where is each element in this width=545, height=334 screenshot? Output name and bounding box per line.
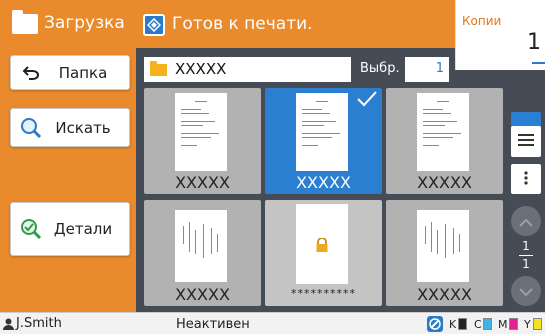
selected-count-box: 1: [405, 57, 449, 82]
ink-label-m: M: [498, 318, 508, 331]
details-button-label: Детали: [53, 220, 113, 238]
job-thumbnail[interactable]: **********: [265, 200, 382, 306]
search-button[interactable]: Искать: [10, 108, 130, 147]
selected-check-icon: [356, 90, 378, 112]
status-bar: J.Smith Неактивен K C M Y: [0, 312, 545, 334]
network-icon: [427, 316, 443, 332]
document-preview: [296, 204, 348, 284]
copies-underline: [532, 62, 545, 64]
left-panel-header: Загрузка: [0, 0, 136, 48]
selected-count: 1: [435, 61, 444, 76]
job-name: XXXXX: [296, 173, 351, 192]
job-thumbnail[interactable]: XXXXX: [386, 88, 503, 194]
left-panel: Загрузка Папка Искать Детали: [0, 0, 136, 312]
ink-label-c: C: [474, 318, 482, 331]
folder-path-bar: XXXXX: [144, 57, 351, 82]
copies-label: Копии: [462, 14, 502, 28]
list-view-icon: [518, 132, 534, 151]
more-menu-button[interactable]: [511, 164, 541, 194]
copies-field[interactable]: Копии 1: [455, 0, 545, 70]
lock-icon: [316, 238, 328, 252]
job-name: XXXXX: [175, 173, 230, 192]
document-preview: [296, 93, 348, 171]
job-thumbnail[interactable]: XXXXX: [265, 88, 382, 194]
folder-button-label: Папка: [58, 63, 108, 82]
status-title: Готов к печати.: [172, 14, 313, 34]
ink-level-y: [533, 318, 542, 330]
folder-icon: [150, 61, 167, 76]
chevron-down-icon: [519, 282, 533, 301]
job-thumbnail[interactable]: XXXXX: [386, 200, 503, 306]
job-thumbnail[interactable]: XXXXX: [144, 88, 261, 194]
folder-button[interactable]: Папка: [10, 55, 130, 90]
user-name: J.Smith: [16, 316, 62, 331]
search-button-label: Искать: [55, 118, 111, 137]
ink-label-y: Y: [524, 318, 531, 331]
job-name-masked: **********: [291, 287, 356, 300]
copies-value: 1: [527, 30, 541, 55]
page-total: 1: [522, 257, 530, 271]
document-preview: [417, 210, 469, 282]
top-header: Готов к печати.: [136, 0, 455, 48]
folder-name: XXXXX: [175, 60, 227, 78]
diamond-menu-icon[interactable]: [143, 14, 165, 36]
page-up-button[interactable]: [511, 206, 541, 236]
document-preview: [175, 93, 227, 171]
ink-level-m: [509, 318, 518, 330]
page-divider: [519, 255, 533, 256]
ink-label-k: K: [449, 318, 457, 331]
more-vertical-icon: [524, 170, 528, 189]
job-name: XXXXX: [175, 285, 230, 304]
left-panel-title: Загрузка: [44, 13, 125, 33]
document-preview: [417, 93, 469, 171]
document-preview: [175, 210, 227, 282]
job-thumbnail[interactable]: XXXXX: [144, 200, 261, 306]
job-name: XXXXX: [417, 285, 472, 304]
details-button[interactable]: Детали: [10, 202, 130, 256]
ink-level-k: [458, 318, 467, 330]
job-name: XXXXX: [417, 173, 472, 192]
device-status: Неактивен: [176, 317, 250, 332]
chevron-up-icon: [519, 212, 533, 231]
selected-label: Выбр.: [360, 61, 400, 76]
page-current: 1: [522, 239, 530, 253]
user-icon: [3, 318, 14, 330]
folder-icon: [12, 10, 38, 34]
ink-level-c: [483, 318, 492, 330]
list-view-button[interactable]: [511, 126, 541, 156]
page-down-button[interactable]: [511, 276, 541, 306]
